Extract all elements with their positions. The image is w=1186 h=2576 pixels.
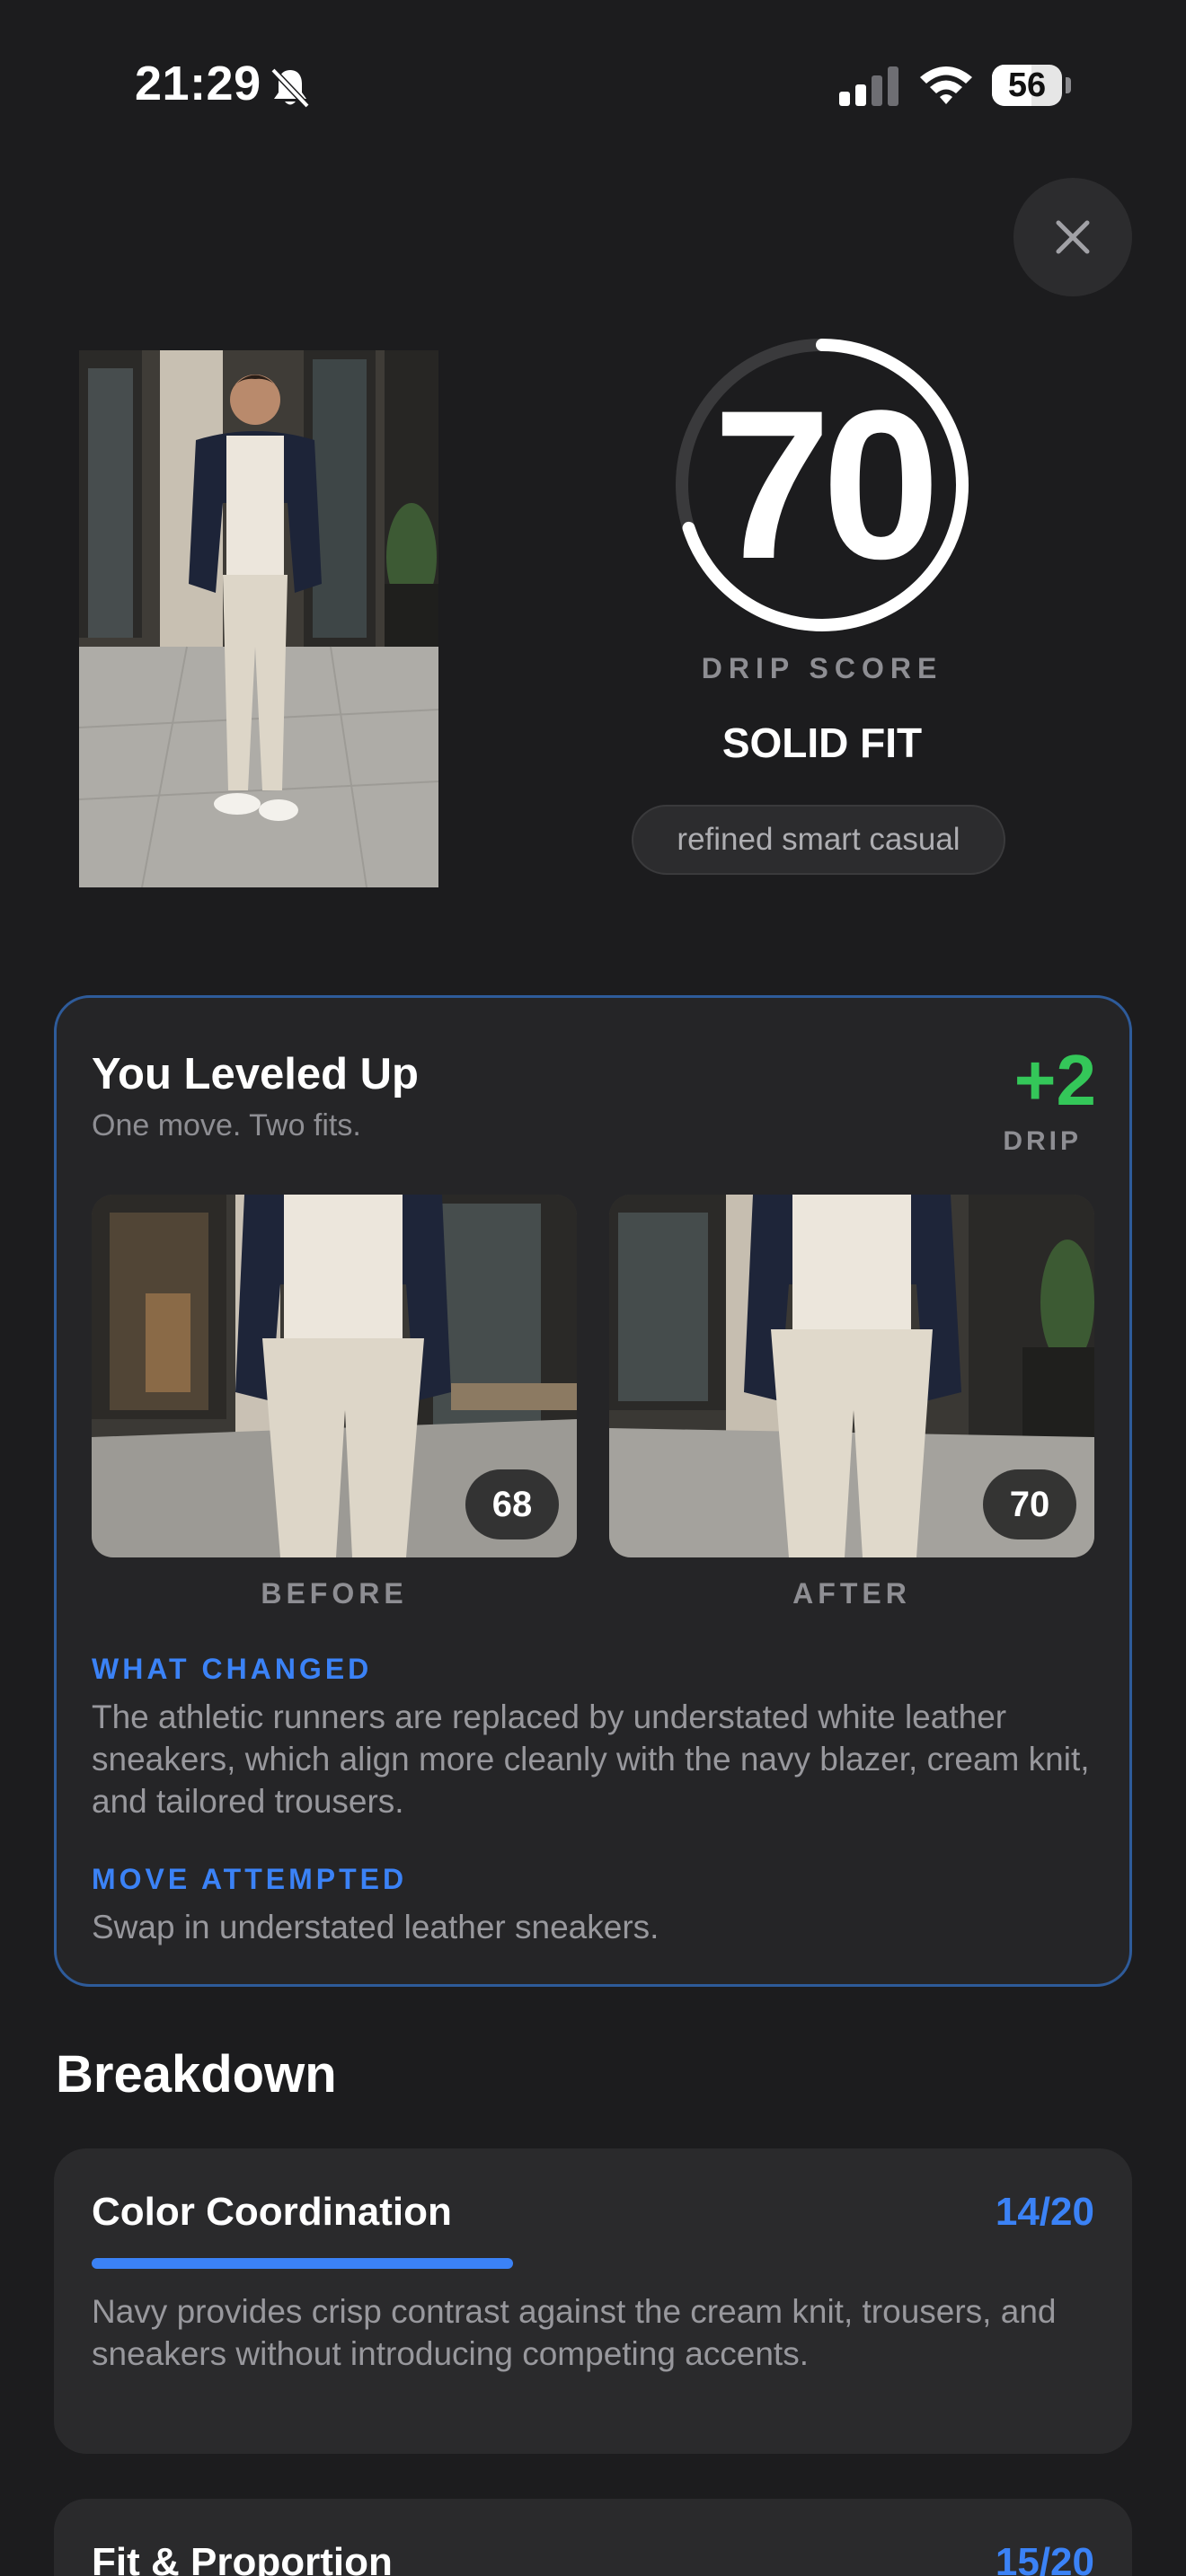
metric-score: 14/20 [995,2190,1094,2234]
metric-score: 15/20 [995,2540,1094,2576]
metric-card-fit-proportion[interactable]: Fit & Proportion 15/20 [54,2499,1132,2576]
metric-progress-bar [92,2258,513,2269]
metric-name: Color Coordination [92,2190,452,2234]
battery-indicator: 56 [992,65,1071,106]
score-verdict: SOLID FIT [721,719,923,766]
metric-name: Fit & Proportion [92,2540,393,2576]
after-label: AFTER [792,1577,911,1610]
wifi-icon [918,63,974,110]
metric-card-color-coordination[interactable]: Color Coordination 14/20 Navy provides c… [54,2148,1132,2454]
close-icon [1056,220,1090,254]
results-screen: 21:29 56 70 DRIP SCORE SOLID FIT refined… [0,0,1186,2576]
move-attempted-text: Swap in understated leather sneakers. [92,1909,659,1945]
move-attempted-heading: MOVE ATTEMPTED [92,1863,408,1895]
drip-delta: +2 [1013,1040,1096,1120]
drip-delta-label: DRIP [1003,1126,1082,1156]
close-button[interactable] [1013,178,1132,296]
status-time: 21:29 [135,57,261,110]
before-photo[interactable]: 68 [92,1195,577,1557]
level-up-subtitle: One move. Two fits. [92,1108,361,1142]
outfit-photo [79,350,438,887]
level-up-title: You Leveled Up [92,1050,419,1098]
before-score-badge: 68 [465,1469,559,1539]
what-changed-text: The athletic runners are replaced by und… [92,1698,1090,1820]
drip-score-label: DRIP SCORE [701,652,943,684]
metric-progress-track [92,2258,1094,2269]
cellular-signal-icon [839,66,902,110]
battery-level: 56 [1007,66,1047,104]
what-changed-heading: WHAT CHANGED [92,1653,373,1685]
style-tag[interactable]: refined smart casual [632,805,1005,875]
bell-slash-icon [270,66,311,114]
metric-description: Navy provides crisp contrast against the… [92,2293,1057,2372]
before-label: BEFORE [261,1577,408,1610]
breakdown-title: Breakdown [56,2045,337,2104]
after-photo[interactable]: 70 [609,1195,1094,1557]
drip-score-value: 70 [712,366,941,604]
after-score-badge: 70 [983,1469,1076,1539]
